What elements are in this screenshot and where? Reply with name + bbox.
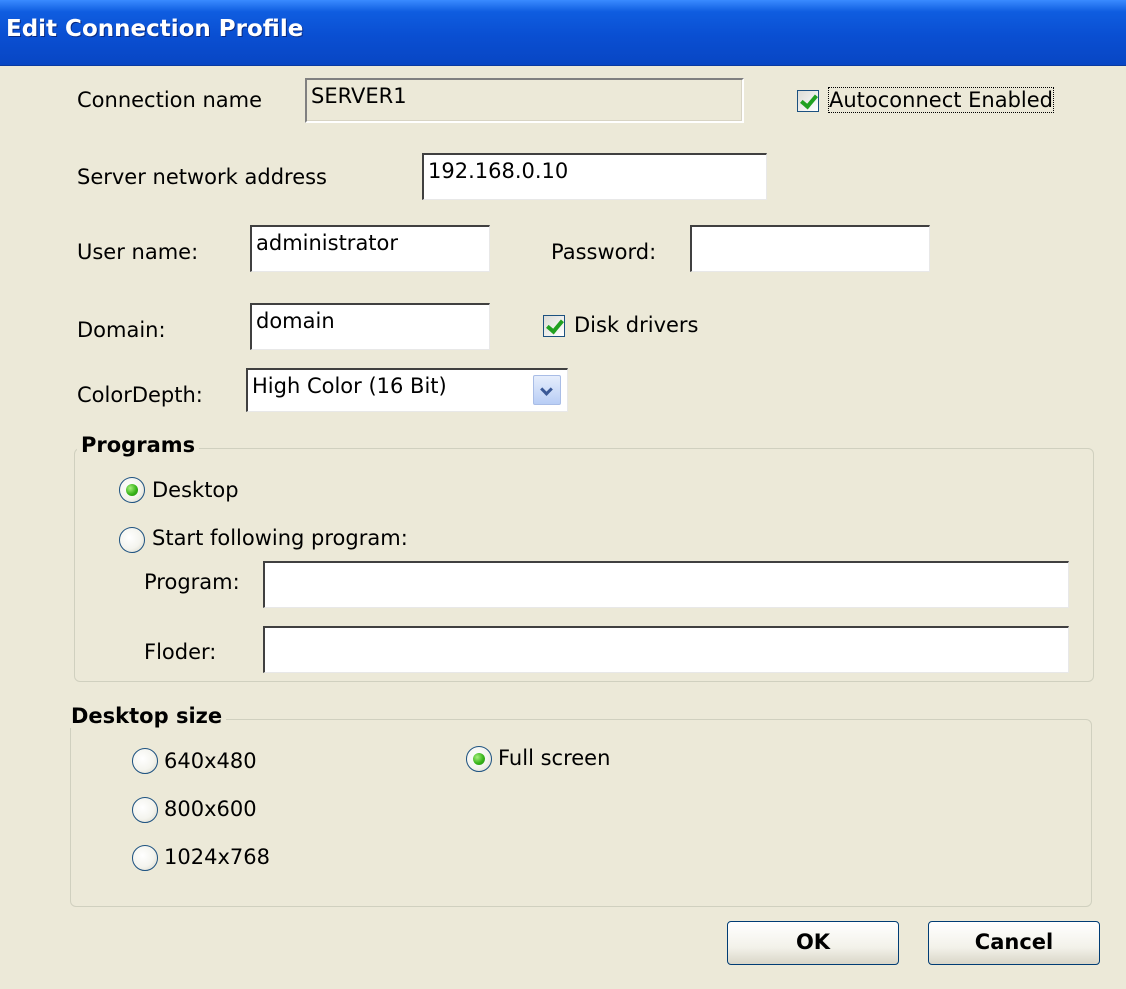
desktop-radio[interactable] bbox=[119, 477, 145, 503]
folder-input[interactable] bbox=[263, 626, 1069, 673]
ok-button[interactable]: OK bbox=[727, 921, 899, 965]
server-address-input[interactable]: 192.168.0.10 bbox=[422, 153, 767, 200]
user-name-input[interactable]: administrator bbox=[250, 225, 490, 272]
domain-input[interactable]: domain bbox=[250, 303, 490, 350]
color-depth-value: High Color (16 Bit) bbox=[252, 374, 447, 398]
size-800-label[interactable]: 800x600 bbox=[164, 797, 257, 821]
full-screen-label[interactable]: Full screen bbox=[498, 746, 610, 770]
size-640-radio[interactable] bbox=[132, 748, 158, 774]
cancel-button[interactable]: Cancel bbox=[928, 921, 1100, 965]
server-address-value: 192.168.0.10 bbox=[428, 159, 569, 183]
autoconnect-label[interactable]: Autoconnect Enabled bbox=[827, 87, 1055, 113]
window-title: Edit Connection Profile bbox=[6, 16, 304, 42]
chevron-down-icon[interactable] bbox=[533, 375, 561, 405]
program-input[interactable] bbox=[263, 561, 1069, 608]
full-screen-radio[interactable] bbox=[466, 746, 492, 772]
connection-name-value: SERVER1 bbox=[311, 84, 407, 108]
size-800-radio[interactable] bbox=[132, 797, 158, 823]
disk-drivers-label[interactable]: Disk drivers bbox=[574, 313, 699, 337]
autoconnect-checkbox[interactable] bbox=[797, 90, 819, 112]
desktop-size-group-title: Desktop size bbox=[67, 704, 227, 728]
password-label: Password: bbox=[551, 240, 657, 264]
connection-name-label: Connection name bbox=[77, 88, 263, 112]
disk-drivers-checkbox[interactable] bbox=[543, 315, 565, 337]
programs-group-title: Programs bbox=[77, 433, 200, 457]
user-name-label: User name: bbox=[77, 240, 199, 264]
size-640-label[interactable]: 640x480 bbox=[164, 749, 257, 773]
program-label: Program: bbox=[144, 570, 240, 594]
size-1024-radio[interactable] bbox=[132, 845, 158, 871]
start-program-label[interactable]: Start following program: bbox=[152, 526, 408, 550]
color-depth-select[interactable]: High Color (16 Bit) bbox=[246, 368, 568, 412]
start-program-radio[interactable] bbox=[119, 527, 145, 553]
domain-label: Domain: bbox=[77, 318, 166, 342]
title-bar: Edit Connection Profile bbox=[0, 0, 1126, 66]
size-1024-label[interactable]: 1024x768 bbox=[164, 845, 270, 869]
domain-value: domain bbox=[256, 309, 335, 333]
password-input[interactable] bbox=[690, 225, 930, 272]
server-address-label: Server network address bbox=[77, 165, 328, 189]
color-depth-label: ColorDepth: bbox=[77, 383, 203, 407]
desktop-radio-label[interactable]: Desktop bbox=[152, 478, 239, 502]
user-name-value: administrator bbox=[256, 231, 399, 255]
connection-name-field[interactable]: SERVER1 bbox=[305, 78, 744, 123]
folder-label: Floder: bbox=[144, 640, 217, 664]
